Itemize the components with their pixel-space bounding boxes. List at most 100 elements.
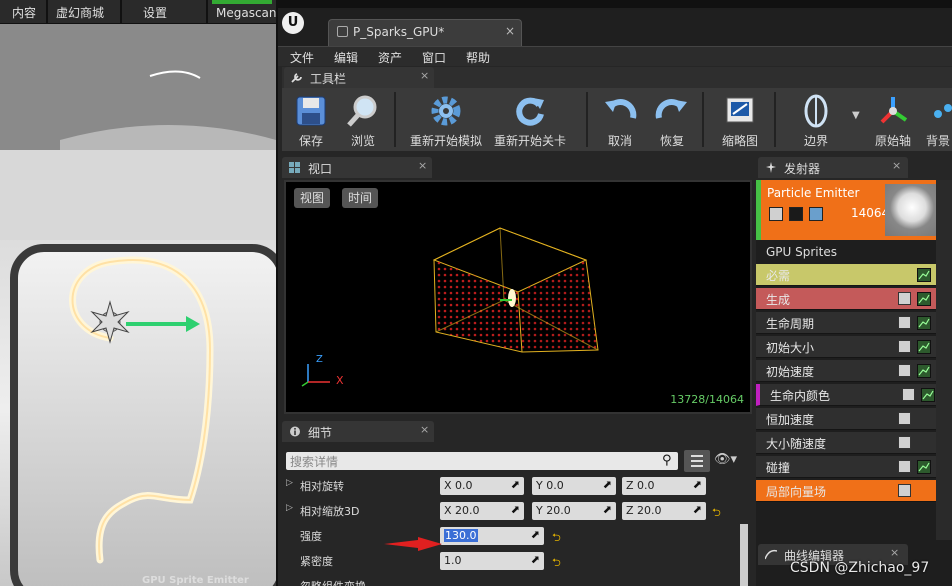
close-icon[interactable]: × xyxy=(505,24,515,38)
tab-label: 视口 xyxy=(308,162,333,176)
restart-level-label: 重新开始关卡 xyxy=(493,134,566,148)
module-enable-checkbox[interactable] xyxy=(898,412,911,425)
menu-file[interactable]: 文件 xyxy=(290,49,314,66)
tab-marketplace[interactable]: 虚幻商城 xyxy=(56,4,104,21)
curve-graph-icon[interactable] xyxy=(917,340,931,354)
reset-to-default-icon[interactable]: ⮌ xyxy=(712,504,721,523)
document-tab[interactable]: P_Sparks_GPU* × xyxy=(328,19,522,46)
particle-viewport[interactable]: 视图 时间 Z X 13728/14064 xyxy=(284,180,752,414)
module-enable-checkbox[interactable] xyxy=(898,436,911,449)
redo-button[interactable]: 恢复 xyxy=(650,88,694,151)
module-row[interactable]: 大小随速度 xyxy=(756,432,936,454)
curve-graph-icon[interactable] xyxy=(917,460,931,474)
save-button[interactable]: 保存 xyxy=(286,88,336,151)
search-icon[interactable]: ⚲ xyxy=(662,453,672,468)
module-row[interactable]: 必需 xyxy=(756,264,936,286)
emitter-enable-checkbox[interactable] xyxy=(769,207,783,221)
vector-component-field[interactable]: X 0.0 ⬈ xyxy=(440,477,524,495)
expand-arrow-icon[interactable]: ▷ xyxy=(286,503,293,513)
thumbnail-button[interactable]: 缩略图 xyxy=(712,88,768,151)
property-label: 忽略组件变换 xyxy=(300,578,366,586)
curve-graph-icon[interactable] xyxy=(917,268,931,282)
chevron-down-icon[interactable]: ▼ xyxy=(852,110,860,121)
origin-axis-button[interactable]: 原始轴 xyxy=(868,88,918,151)
module-row[interactable]: 生命周期 xyxy=(756,312,936,334)
menu-edit[interactable]: 编辑 xyxy=(334,49,358,66)
tab-settings[interactable]: 设置 xyxy=(143,4,167,21)
tab-emitters[interactable]: 发射器 × xyxy=(758,157,908,178)
module-row[interactable]: 初始大小 xyxy=(756,336,936,358)
module-row[interactable]: 生命内颜色 xyxy=(756,384,936,406)
property-matrix-button[interactable] xyxy=(684,450,710,472)
menu-window[interactable]: 窗口 xyxy=(422,49,446,66)
restart-level-button[interactable]: 重新开始关卡 xyxy=(488,88,572,151)
value-field[interactable]: 1.0 ⬈ xyxy=(440,552,544,570)
highlight-arrow xyxy=(384,537,442,551)
drag-handle-icon[interactable]: ⬈ xyxy=(531,528,540,541)
module-enable-checkbox[interactable] xyxy=(898,316,911,329)
curve-graph-icon[interactable] xyxy=(921,388,935,402)
curve-graph-icon[interactable] xyxy=(917,292,931,306)
module-enable-checkbox[interactable] xyxy=(898,292,911,305)
module-enable-checkbox[interactable] xyxy=(902,388,915,401)
reset-to-default-icon[interactable]: ⮌ xyxy=(552,529,561,548)
background-level-viewport: 内容 虚幻商城 设置 Megascan GPU Sprite Emitter xyxy=(0,0,276,586)
field-value: Y 0.0 xyxy=(536,479,564,492)
module-row[interactable]: 碰撞 xyxy=(756,456,936,478)
tab-details[interactable]: 细节 × xyxy=(282,421,434,442)
undo-button[interactable]: 取消 xyxy=(598,88,642,151)
expand-arrow-icon[interactable]: ▷ xyxy=(286,478,293,488)
vector-component-field[interactable]: X 20.0 ⬈ xyxy=(440,502,524,520)
module-enable-checkbox[interactable] xyxy=(898,484,911,497)
drag-handle-icon[interactable]: ⬈ xyxy=(603,478,612,491)
vector-component-field[interactable]: Y 20.0 ⬈ xyxy=(532,502,616,520)
close-icon[interactable]: × xyxy=(892,159,901,172)
details-scrollbar[interactable] xyxy=(740,524,748,586)
thumbnail-label: 缩略图 xyxy=(721,134,758,148)
drag-handle-icon[interactable]: ⬈ xyxy=(603,503,612,516)
module-row[interactable]: 生成 xyxy=(756,288,936,310)
drag-handle-icon[interactable]: ⬈ xyxy=(693,478,702,491)
browse-button[interactable]: 浏览 xyxy=(338,88,388,151)
module-label: 必需 xyxy=(766,269,791,283)
module-row[interactable]: 恒加速度 xyxy=(756,408,936,430)
bounds-button[interactable]: 边界 xyxy=(788,88,844,151)
emitter-header[interactable]: Particle Emitter 14064 xyxy=(756,180,939,240)
close-icon[interactable]: × xyxy=(418,159,427,172)
menu-help[interactable]: 帮助 xyxy=(466,49,490,66)
solo-icon[interactable] xyxy=(809,207,823,221)
curve-graph-icon[interactable] xyxy=(917,364,931,378)
restart-sim-button[interactable]: 重新开始模拟 xyxy=(404,88,488,151)
eye-icon[interactable]: 👁▾ xyxy=(714,452,737,467)
close-icon[interactable]: × xyxy=(420,69,429,82)
save-icon xyxy=(296,96,326,126)
vector-component-field[interactable]: Z 0.0 ⬈ xyxy=(622,477,706,495)
module-row[interactable]: 初始速度 xyxy=(756,360,936,382)
drag-handle-icon[interactable]: ⬈ xyxy=(511,503,520,516)
render-mode-icon[interactable] xyxy=(789,207,803,221)
menu-asset[interactable]: 资产 xyxy=(378,49,402,66)
drag-handle-icon[interactable]: ⬈ xyxy=(531,553,540,566)
property-row: 紧密度 1.0 ⬈ ⮌ xyxy=(282,549,732,573)
curve-graph-icon[interactable] xyxy=(917,316,931,330)
close-icon[interactable]: × xyxy=(420,423,429,436)
value-field[interactable]: 130.0 ⬈ xyxy=(440,527,544,545)
drag-handle-icon[interactable]: ⬈ xyxy=(693,503,702,516)
tab-megascans[interactable]: Megascan xyxy=(216,6,276,20)
reset-to-default-icon[interactable]: ⮌ xyxy=(552,554,561,573)
tab-content[interactable]: 内容 xyxy=(12,4,36,21)
background-button[interactable]: 背景 xyxy=(922,88,952,151)
module-row[interactable]: 局部向量场 xyxy=(756,480,936,502)
search-details-input[interactable]: 搜索详情 ⚲ xyxy=(286,452,678,470)
module-enable-checkbox[interactable] xyxy=(898,364,911,377)
vector-component-field[interactable]: Z 20.0 ⬈ xyxy=(622,502,706,520)
tab-viewport[interactable]: 视口 × xyxy=(282,157,432,178)
close-icon[interactable]: × xyxy=(890,546,899,559)
tab-toolbar[interactable]: 工具栏 × xyxy=(284,67,434,88)
background-emitter-label: GPU Sprite Emitter xyxy=(142,575,249,586)
module-enable-checkbox[interactable] xyxy=(898,460,911,473)
vector-component-field[interactable]: Y 0.0 ⬈ xyxy=(532,477,616,495)
undo-icon xyxy=(605,99,637,119)
module-enable-checkbox[interactable] xyxy=(898,340,911,353)
drag-handle-icon[interactable]: ⬈ xyxy=(511,478,520,491)
